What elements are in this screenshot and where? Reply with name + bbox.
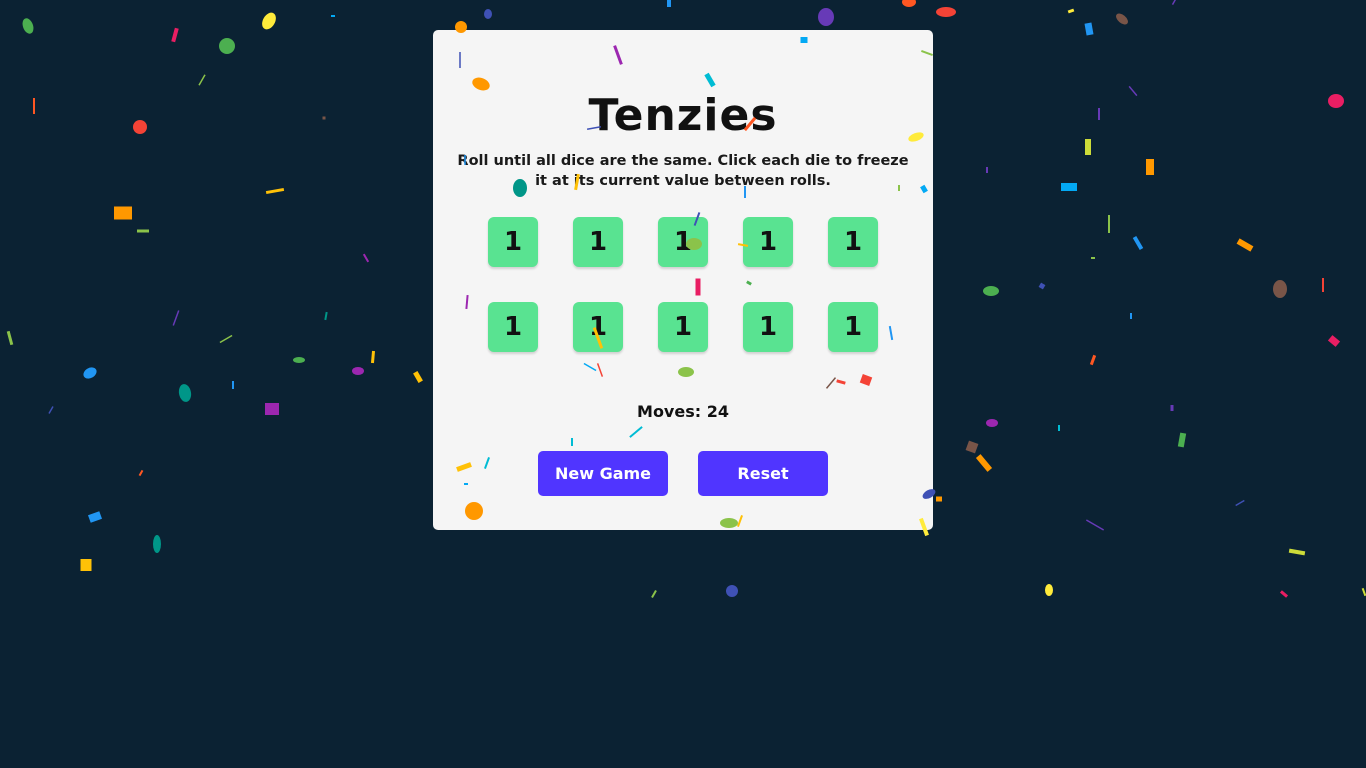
new-game-button[interactable]: New Game [538,451,668,496]
confetti-piece [975,454,993,472]
confetti-piece [1235,499,1245,507]
confetti-piece [965,440,979,454]
confetti-piece [138,469,144,477]
die-7[interactable]: 1 [573,302,623,352]
confetti-piece [1084,22,1094,36]
instructions-text: Roll until all dice are the same. Click … [457,153,909,189]
confetti-piece [726,585,738,597]
confetti-piece [1098,108,1100,120]
confetti-piece [178,384,192,402]
die-2[interactable]: 1 [573,217,623,267]
confetti-piece [902,0,916,7]
die-3[interactable]: 1 [658,217,708,267]
confetti-piece [293,357,305,363]
confetti-piece [1322,278,1324,292]
confetti-piece [818,8,834,26]
die-9[interactable]: 1 [743,302,793,352]
confetti-piece [322,116,326,120]
die-10[interactable]: 1 [828,302,878,352]
confetti-piece [1132,235,1144,251]
page-title: Tenzies [588,90,778,141]
confetti-piece [87,511,103,523]
confetti-piece [370,350,376,364]
confetti-piece [1279,590,1289,598]
confetti-piece [1288,548,1306,556]
confetti-piece [1067,8,1075,14]
confetti-piece [651,590,657,598]
confetti-piece [6,330,14,346]
confetti-piece [198,74,206,86]
confetti-piece [413,370,423,384]
confetti-piece [153,535,161,553]
confetti-piece [80,559,92,571]
confetti-piece [936,7,956,17]
confetti-piece [232,381,234,389]
confetti-piece [171,27,179,43]
confetti-piece [986,419,998,427]
moves-counter: Moves: 24 [637,402,729,421]
confetti-piece [1327,335,1341,347]
die-4[interactable]: 1 [743,217,793,267]
confetti-piece [114,206,132,220]
die-6[interactable]: 1 [488,302,538,352]
confetti-piece [362,253,370,263]
confetti-piece [1061,183,1077,191]
confetti-piece [1038,282,1046,290]
confetti-piece [265,403,279,415]
confetti-piece [983,286,999,296]
dice-grid: 1 1 1 1 1 1 1 1 1 1 [488,217,878,352]
confetti-piece [83,367,97,379]
confetti-piece [936,496,942,502]
confetti-piece [1361,587,1366,597]
die-8[interactable]: 1 [658,302,708,352]
reset-button[interactable]: Reset [698,451,828,496]
confetti-piece [1130,313,1132,319]
confetti-piece [352,367,364,375]
confetti-piece [1091,257,1095,259]
confetti-piece [1128,85,1138,97]
confetti-piece [324,311,328,321]
confetti-piece [1328,94,1344,108]
confetti-piece [265,187,285,195]
confetti-piece [1177,432,1187,448]
confetti-piece [1170,405,1174,411]
confetti-piece [1085,519,1105,531]
confetti-piece [33,98,35,114]
confetti-piece [48,406,54,414]
confetti-piece [1146,159,1154,175]
confetti-piece [172,310,180,326]
confetti-piece [1108,215,1110,233]
confetti-piece [137,229,149,233]
confetti-piece [133,120,147,134]
confetti-piece [1171,0,1177,5]
confetti-piece [1058,425,1060,431]
confetti-piece [22,18,34,34]
confetti-piece [667,0,671,7]
confetti-piece [986,167,988,173]
die-1[interactable]: 1 [488,217,538,267]
confetti-piece [484,9,492,19]
button-row: New Game Reset [538,451,828,496]
game-board: Tenzies Roll until all dice are the same… [433,30,933,530]
confetti-piece [1273,280,1287,298]
confetti-piece [1236,238,1254,252]
confetti-piece [1045,584,1053,596]
confetti-piece [331,15,335,17]
confetti-piece [262,12,276,30]
confetti-piece [1089,354,1097,366]
confetti-piece [1116,13,1128,25]
die-5[interactable]: 1 [828,217,878,267]
confetti-piece [1085,139,1091,155]
confetti-piece [219,38,235,54]
confetti-piece [219,334,233,344]
